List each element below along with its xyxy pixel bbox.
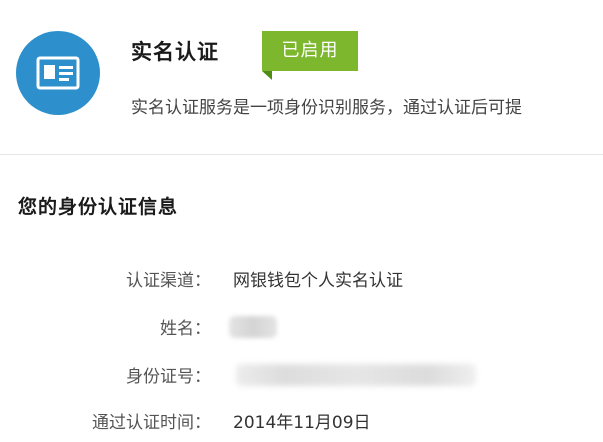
info-row-name: 姓名： (0, 314, 603, 344)
status-badge-tail (262, 71, 272, 80)
section-title: 您的身份认证信息 (18, 196, 179, 218)
name-label: 姓名： (160, 319, 211, 339)
info-row-id-number: 身份证号： (0, 362, 603, 392)
info-row-channel: 认证渠道： 网银钱包个人实名认证 (0, 266, 603, 296)
id-number-label: 身份证号： (126, 367, 211, 387)
page-title: 实名认证 (131, 40, 219, 64)
verified-time-label: 通过认证时间： (92, 413, 211, 433)
channel-value: 网银钱包个人实名认证 (233, 271, 403, 291)
id-number-value-redacted (236, 364, 476, 386)
divider (0, 154, 603, 155)
verified-time-value: 2014年11月09日 (233, 413, 371, 433)
verification-header: 实名认证 已启用 实名认证服务是一项身份识别服务，通过认证后可提 (0, 0, 603, 156)
info-row-verified-time: 通过认证时间： 2014年11月09日 (0, 408, 603, 438)
channel-label: 认证渠道： (126, 271, 211, 291)
id-card-icon (16, 31, 100, 115)
service-description: 实名认证服务是一项身份识别服务，通过认证后可提 (131, 98, 522, 118)
name-value-redacted (229, 316, 277, 338)
status-badge: 已启用 (262, 31, 358, 71)
